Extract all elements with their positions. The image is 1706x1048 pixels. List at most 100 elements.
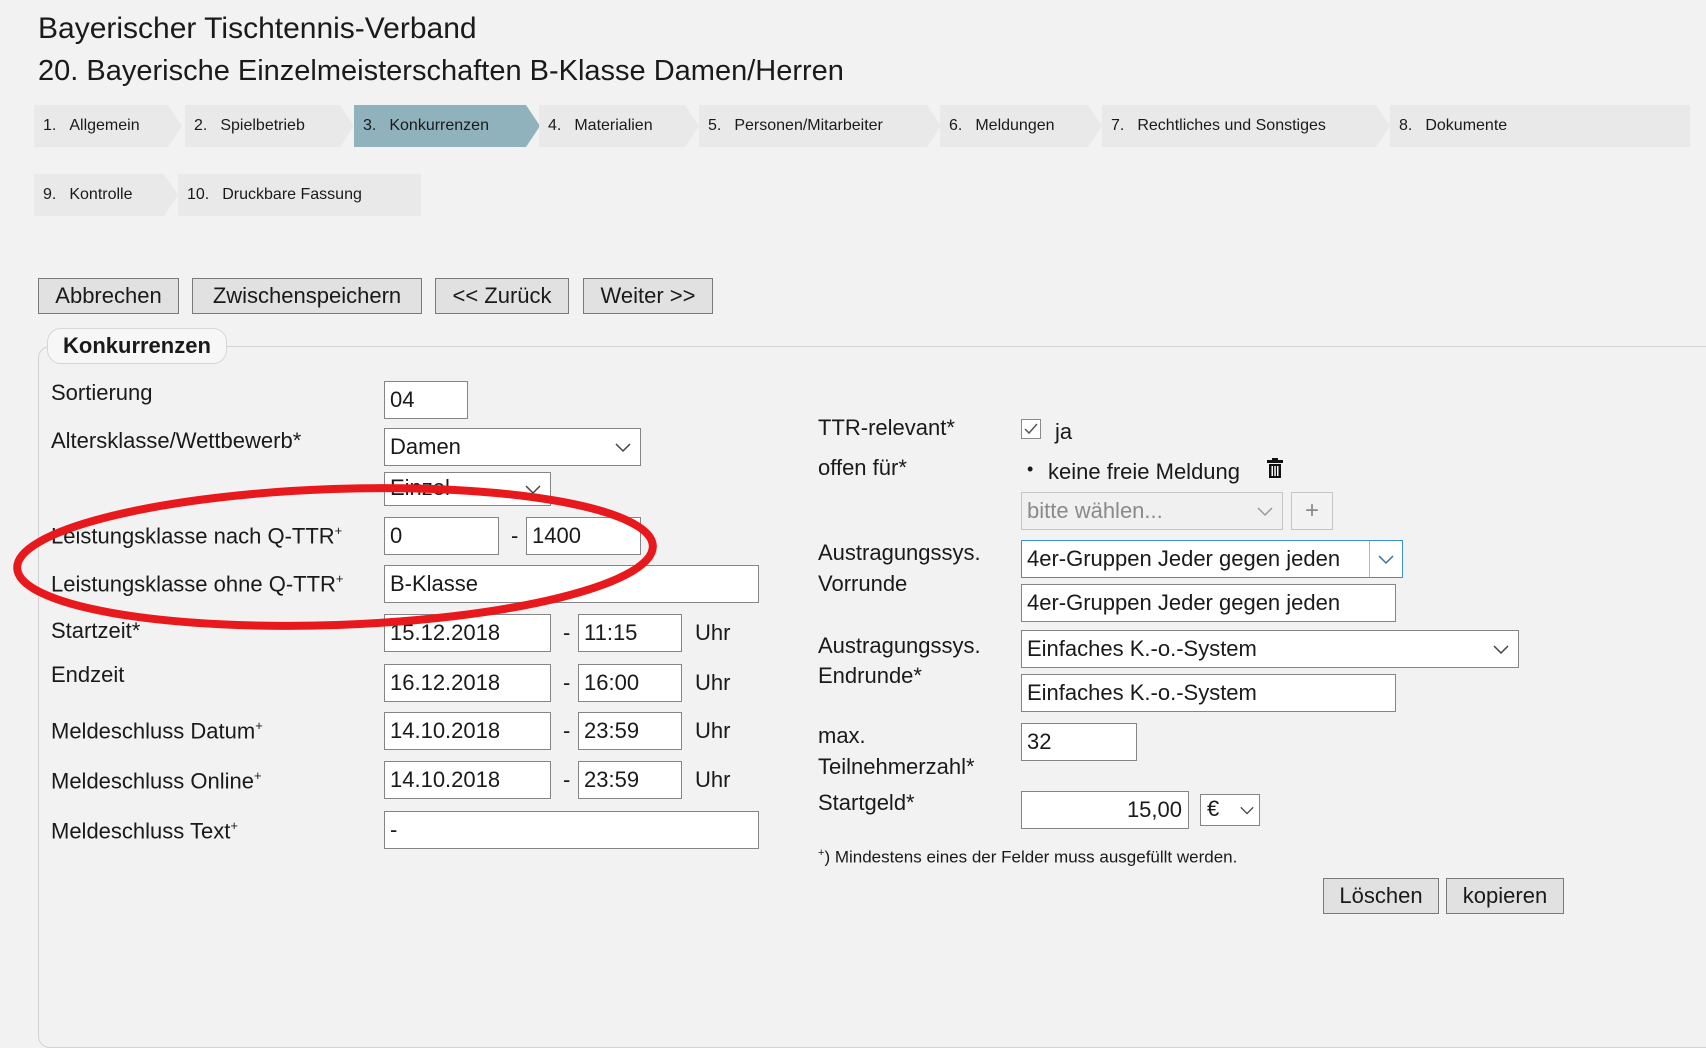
- endrunde-label-line2: Endrunde*: [818, 663, 922, 688]
- tab-number: 3.: [363, 117, 377, 134]
- lk-ohne-input[interactable]: B-Klasse: [384, 565, 759, 603]
- event-title: 20. Bayerische Einzelmeisterschaften B-K…: [38, 55, 844, 87]
- plus-mark: +: [230, 818, 238, 833]
- chevron-down-icon: [1257, 507, 1273, 517]
- altersklasse-select[interactable]: Damen: [384, 428, 641, 466]
- plus-mark: +: [253, 768, 262, 783]
- note-text: ) Mindestens eines der Felder muss ausge…: [824, 847, 1238, 867]
- chevron-down-icon: [1378, 555, 1394, 565]
- meldeschluss-text-label-text: Meldeschluss Text: [51, 818, 231, 844]
- tab-number: 7.: [1111, 117, 1125, 134]
- tab-number: 9.: [43, 186, 57, 203]
- tab-number: 1.: [43, 117, 57, 134]
- bullet-icon: •: [1027, 459, 1034, 479]
- altersklasse-label: Altersklasse/Wettbewerb*: [51, 428, 302, 453]
- ttr-relevant-checkbox[interactable]: [1021, 419, 1041, 439]
- tab-number: 2.: [194, 117, 208, 134]
- vorrunde-select[interactable]: 4er-Gruppen Jeder gegen jeden: [1021, 540, 1403, 578]
- tab-number: 5.: [708, 117, 722, 134]
- add-offen-button[interactable]: +: [1291, 492, 1333, 530]
- vorrunde-text-input[interactable]: 4er-Gruppen Jeder gegen jeden: [1021, 584, 1396, 622]
- max-label-line1: max.: [818, 723, 866, 748]
- tab-label: Konkurrenzen: [389, 117, 489, 134]
- tab-konkurrenzen[interactable]: 3. Konkurrenzen: [354, 105, 540, 147]
- lk-ohne-label: Leistungsklasse ohne Q-TTR+: [51, 571, 344, 597]
- meldeschluss-online-date-input[interactable]: 14.10.2018: [384, 761, 551, 799]
- sortierung-label: Sortierung: [51, 380, 153, 405]
- uhr-label: Uhr: [695, 767, 731, 792]
- lk-qttr-from-input[interactable]: 0: [384, 517, 499, 555]
- altersklasse-value: Damen: [390, 434, 461, 459]
- copy-button[interactable]: kopieren: [1446, 878, 1564, 914]
- lk-qttr-label-text: Leistungsklasse nach Q-TTR: [51, 523, 335, 549]
- meldeschluss-datum-date-input[interactable]: 14.10.2018: [384, 712, 551, 750]
- tab-dokumente[interactable]: 8. Dokumente: [1390, 105, 1690, 147]
- ttr-relevant-value: ja: [1055, 419, 1073, 444]
- organization-title: Bayerischer Tischtennis-Verband: [38, 12, 477, 45]
- back-button[interactable]: << Zurück: [435, 278, 569, 314]
- tab-number: 6.: [949, 117, 963, 134]
- cancel-button[interactable]: Abbrechen: [38, 278, 179, 314]
- meldeschluss-text-input[interactable]: -: [384, 811, 759, 849]
- offen-fuer-label: offen für*: [818, 455, 907, 480]
- checkmark-icon: [1024, 423, 1038, 435]
- range-dash: -: [511, 523, 519, 548]
- tab-label: Allgemein: [69, 117, 140, 134]
- tab-allgemein[interactable]: 1. Allgemein: [34, 105, 182, 147]
- range-dash: -: [563, 718, 571, 743]
- currency-select[interactable]: €: [1200, 794, 1260, 826]
- endzeit-time-input[interactable]: 16:00: [578, 664, 682, 702]
- offen-fuer-select[interactable]: bitte wählen...: [1021, 492, 1283, 530]
- chevron-down-icon: [615, 443, 631, 453]
- lk-ohne-label-text: Leistungsklasse ohne Q-TTR: [51, 571, 336, 597]
- tab-label: Materialien: [574, 117, 653, 134]
- tab-label: Druckbare Fassung: [222, 186, 362, 203]
- range-dash: -: [563, 670, 571, 695]
- range-dash: -: [563, 620, 571, 645]
- startgeld-input[interactable]: 15,00: [1021, 791, 1189, 829]
- tab-number: 10.: [187, 186, 210, 203]
- uhr-label: Uhr: [695, 620, 731, 645]
- tab-kontrolle[interactable]: 9. Kontrolle: [34, 174, 178, 216]
- startzeit-time-input[interactable]: 11:15: [578, 614, 682, 652]
- vorrunde-label-line2: Vorrunde: [818, 571, 908, 596]
- range-dash: -: [563, 767, 571, 792]
- startzeit-date-input[interactable]: 15.12.2018: [384, 614, 551, 652]
- endrunde-label-line1: Austragungssys.: [818, 633, 981, 658]
- meldeschluss-online-time-input[interactable]: 23:59: [578, 761, 682, 799]
- trash-icon[interactable]: [1265, 458, 1285, 480]
- tab-druckbare-fassung[interactable]: 10. Druckbare Fassung: [178, 174, 421, 216]
- tab-materialien[interactable]: 4. Materialien: [539, 105, 699, 147]
- currency-value: €: [1207, 796, 1220, 821]
- endrunde-select-value: Einfaches K.-o.-System: [1027, 636, 1257, 661]
- chevron-down-icon: [1240, 806, 1254, 815]
- meldeschluss-datum-label: Meldeschluss Datum+: [51, 718, 263, 744]
- wettbewerb-select[interactable]: Einzel: [384, 472, 551, 506]
- sortierung-input[interactable]: 04: [384, 381, 468, 419]
- tab-meldungen[interactable]: 6. Meldungen: [940, 105, 1102, 147]
- max-teilnehmer-input[interactable]: 32: [1021, 723, 1137, 761]
- tab-rechtliches[interactable]: 7. Rechtliches und Sonstiges: [1102, 105, 1390, 147]
- endzeit-date-input[interactable]: 16.12.2018: [384, 664, 551, 702]
- lk-qttr-to-input[interactable]: 1400: [526, 517, 641, 555]
- save-draft-button[interactable]: Zwischenspeichern: [192, 278, 422, 314]
- delete-button[interactable]: Löschen: [1323, 878, 1439, 914]
- endzeit-label: Endzeit: [51, 662, 125, 687]
- wettbewerb-value: Einzel: [390, 475, 450, 500]
- uhr-label: Uhr: [695, 670, 731, 695]
- vorrunde-label-line1: Austragungssys.: [818, 540, 981, 565]
- endrunde-text-input[interactable]: Einfaches K.-o.-System: [1021, 674, 1396, 712]
- meldeschluss-datum-time-input[interactable]: 23:59: [578, 712, 682, 750]
- tab-label: Rechtliches und Sonstiges: [1137, 117, 1326, 134]
- tab-spielbetrieb[interactable]: 2. Spielbetrieb: [185, 105, 354, 147]
- tab-label: Spielbetrieb: [220, 117, 305, 134]
- lk-qttr-label: Leistungsklasse nach Q-TTR+: [51, 523, 342, 549]
- tab-label: Meldungen: [975, 117, 1055, 134]
- tab-personen-mitarbeiter[interactable]: 5. Personen/Mitarbeiter: [699, 105, 941, 147]
- ttr-relevant-label: TTR-relevant*: [818, 415, 955, 440]
- endrunde-select[interactable]: Einfaches K.-o.-System: [1021, 630, 1519, 668]
- chevron-down-icon: [525, 485, 541, 495]
- meldeschluss-text-label: Meldeschluss Text+: [51, 818, 238, 844]
- startgeld-label: Startgeld*: [818, 790, 915, 815]
- next-button[interactable]: Weiter >>: [583, 278, 713, 314]
